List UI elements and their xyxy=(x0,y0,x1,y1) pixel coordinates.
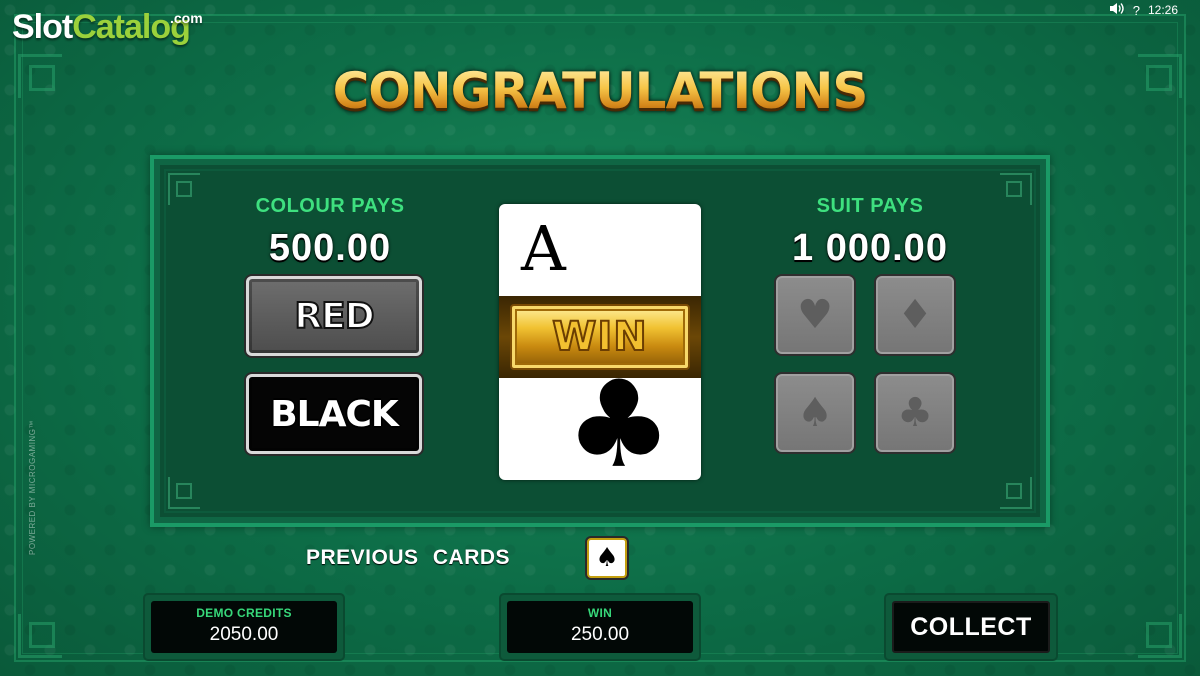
corner-ornament xyxy=(1138,614,1182,658)
win-banner: WIN xyxy=(499,296,701,378)
win-badge: WIN xyxy=(510,304,690,370)
collect-button[interactable]: COLLECT xyxy=(884,593,1058,661)
previous-card-spades-icon: ♠ xyxy=(587,538,627,578)
previous-cards-label: PREVIOUS CARDS xyxy=(306,546,511,569)
playing-card: A ♣ WIN xyxy=(499,204,701,480)
black-button-label: BLACK xyxy=(270,393,399,435)
page-title: CONGRATULATIONS xyxy=(0,62,1200,120)
demo-credits-label: DEMO CREDITS xyxy=(196,606,292,620)
speaker-icon[interactable] xyxy=(1109,2,1125,18)
panel-corner-ornament xyxy=(1000,173,1032,205)
panel-corner-ornament xyxy=(168,173,200,205)
colour-pays-amount: 500.00 xyxy=(268,227,392,269)
panel-corner-ornament xyxy=(1000,477,1032,509)
spades-button[interactable]: ♠ xyxy=(776,374,854,452)
colour-pays-label: COLOUR PAYS xyxy=(255,195,405,217)
red-button[interactable]: RED xyxy=(246,276,422,356)
collect-label: COLLECT xyxy=(892,601,1050,653)
demo-credits-value: 2050.00 xyxy=(209,624,279,645)
card-rank: A xyxy=(521,212,566,285)
suit-pays-label: SUIT PAYS xyxy=(816,195,924,217)
corner-ornament xyxy=(18,614,62,658)
powered-by-text: POWERED BY MICROGAMING™ xyxy=(28,420,37,555)
black-button[interactable]: BLACK xyxy=(246,374,422,454)
suit-pays-amount: 1 000.00 xyxy=(792,227,948,269)
question-icon[interactable]: ? xyxy=(1133,3,1140,18)
status-bar: ? 12:26 xyxy=(1109,2,1178,18)
clock: 12:26 xyxy=(1147,3,1178,17)
demo-credits-box: DEMO CREDITS 2050.00 xyxy=(143,593,345,661)
win-label: WIN xyxy=(587,606,613,620)
clubs-icon: ♣ xyxy=(565,356,673,481)
win-value: 250.00 xyxy=(570,624,630,645)
diamonds-button[interactable]: ♦ xyxy=(876,276,954,354)
win-box: WIN 250.00 xyxy=(499,593,701,661)
clubs-button[interactable]: ♣ xyxy=(876,374,954,452)
panel-corner-ornament xyxy=(168,477,200,509)
hearts-button[interactable]: ♥ xyxy=(776,276,854,354)
slotcatalog-logo: SlotCatalog .com xyxy=(12,8,203,46)
